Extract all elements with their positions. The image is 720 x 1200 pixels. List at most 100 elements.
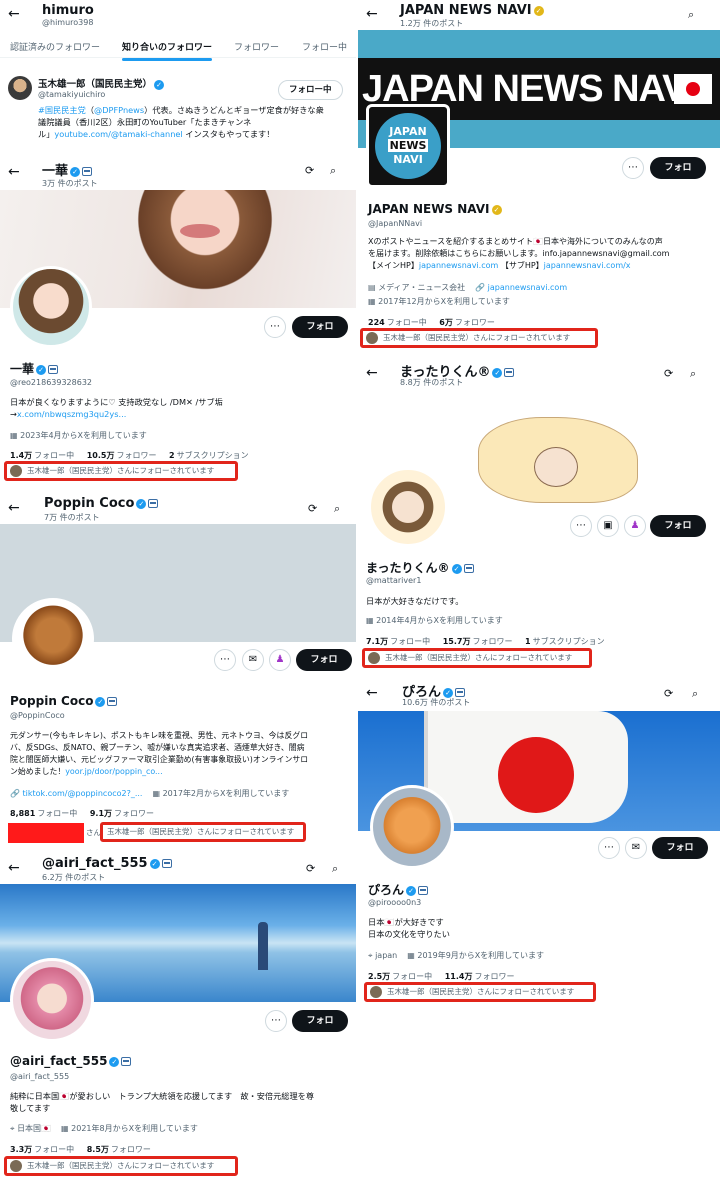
profile-avatar[interactable] bbox=[370, 785, 454, 869]
verified-org-badge-icon: ✓ bbox=[491, 204, 502, 215]
follow-button[interactable]: フォロー bbox=[650, 515, 706, 553]
following-count[interactable]: 2.5万 フォロー中 bbox=[368, 972, 432, 981]
tab-verified-followers[interactable]: 認証済みのフォロワー bbox=[10, 40, 100, 53]
mention-link[interactable]: @DPFPnews bbox=[94, 105, 144, 115]
website-link[interactable]: tiktok.com/@poppincoco2?_... bbox=[23, 789, 143, 798]
followed-by-highlight[interactable]: 玉木雄一郎（国民民主党）さんにフォローされています bbox=[360, 328, 598, 348]
follow-button[interactable]: フォロー bbox=[292, 1010, 348, 1048]
back-arrow-icon[interactable]: ← bbox=[8, 860, 20, 876]
follow-button[interactable]: フォロー bbox=[296, 649, 352, 687]
back-arrow-icon[interactable]: ← bbox=[8, 500, 20, 516]
following-count[interactable]: 1.4万 フォロー中 bbox=[10, 451, 74, 460]
bio-link[interactable]: yoor.jp/door/poppin_co... bbox=[65, 767, 162, 776]
search-icon[interactable]: ⌕ bbox=[692, 687, 698, 701]
bio-text: ル」 bbox=[38, 129, 55, 139]
search-icon[interactable]: ⌕ bbox=[688, 8, 694, 22]
calendar-icon: ▦ bbox=[152, 789, 163, 798]
refresh-icon[interactable]: ⟳ bbox=[306, 862, 315, 875]
follow-button[interactable]: フォロー bbox=[650, 157, 706, 195]
followed-by-highlight[interactable]: 玉木雄一郎（国民民主党）さんにフォローされています bbox=[100, 822, 306, 842]
join-date: 2023年4月からXを利用しています bbox=[20, 431, 147, 440]
location-icon: ⌖ bbox=[10, 1124, 18, 1133]
main-hp-link[interactable]: japannewsnavi.com bbox=[419, 261, 498, 270]
back-arrow-icon[interactable]: ← bbox=[366, 6, 378, 22]
profile-stats: 8,881 フォロー中 9.1万 フォロワー bbox=[10, 808, 164, 819]
message-icon[interactable]: ▣ bbox=[597, 515, 619, 537]
subscriptions-count[interactable]: 1 サブスクリプション bbox=[525, 637, 605, 646]
followers-count[interactable]: 6万 フォロワー bbox=[439, 318, 495, 327]
website-link[interactable]: japannewsnavi.com bbox=[488, 283, 567, 292]
refresh-icon[interactable]: ⟳ bbox=[664, 367, 673, 380]
youtube-link[interactable]: youtube.com/@tamaki-channel bbox=[54, 129, 182, 139]
followers-count[interactable]: 8.5万 フォロワー bbox=[87, 1145, 151, 1154]
back-arrow-icon[interactable]: ← bbox=[366, 685, 378, 701]
follow-button[interactable]: フォロー bbox=[652, 837, 708, 875]
back-arrow-icon[interactable]: ← bbox=[366, 365, 378, 381]
followers-count[interactable]: 9.1万 フォロワー bbox=[90, 809, 154, 818]
tab-followers[interactable]: フォロワー bbox=[234, 40, 279, 53]
followed-by-highlight[interactable]: 玉木雄一郎（国民民主党）さんにフォローされています bbox=[4, 461, 238, 481]
following-count[interactable]: 224 フォロー中 bbox=[368, 318, 427, 327]
more-options-button[interactable]: ⋯ bbox=[622, 157, 644, 179]
profile-avatar[interactable] bbox=[12, 598, 94, 680]
following-count[interactable]: 3.3万 フォロー中 bbox=[10, 1145, 74, 1154]
post-count: 6.2万 件のポスト bbox=[42, 873, 106, 882]
profile-avatar[interactable] bbox=[10, 958, 94, 1042]
refresh-icon[interactable]: ⟳ bbox=[305, 164, 314, 177]
profile-meta: ▦ 2023年4月からXを利用しています bbox=[10, 430, 147, 441]
following-button[interactable]: フォロー中 bbox=[278, 80, 343, 100]
verified-badge-icon: ✓ bbox=[136, 498, 147, 509]
followers-count[interactable]: 15.7万 フォロワー bbox=[443, 637, 513, 646]
subscriptions-count[interactable]: 2 サブスクリプション bbox=[169, 451, 249, 460]
back-arrow-icon[interactable]: ← bbox=[8, 164, 20, 180]
location-icon: ⌖ bbox=[368, 951, 376, 960]
bio-text: インスタもやってます！ bbox=[182, 129, 275, 139]
join-date: 2014年4月からXを利用しています bbox=[376, 616, 503, 625]
back-arrow-icon[interactable]: ← bbox=[8, 6, 20, 22]
message-icon[interactable]: ✉ bbox=[625, 837, 647, 859]
search-icon[interactable]: ⌕ bbox=[690, 367, 696, 381]
bio-link[interactable]: x.com/nbwqszmg3qu2ys... bbox=[17, 409, 126, 419]
search-icon[interactable]: ⌕ bbox=[332, 862, 338, 876]
more-options-button[interactable]: ⋯ bbox=[264, 316, 286, 338]
followers-list-panel: ← himuro @himuro398 認証済みのフォロワー 知り合いのフォロワ… bbox=[0, 0, 356, 156]
profile-avatar[interactable] bbox=[10, 266, 92, 348]
search-icon[interactable]: ⌕ bbox=[330, 164, 336, 178]
follow-button[interactable]: フォロー bbox=[292, 316, 348, 354]
tab-following[interactable]: フォロー中 bbox=[302, 40, 347, 53]
profile-avatar[interactable]: JAPAN NEWS NAVI bbox=[366, 104, 450, 188]
user-cell[interactable]: 玉木雄一郎（国民民主党） ✓ @tamakiyuichiro フォロー中 #国民民… bbox=[0, 68, 356, 152]
followed-by-highlight[interactable]: 玉木雄一郎（国民民主党）さんにフォローされています bbox=[4, 1156, 238, 1176]
profile-stats: 3.3万 フォロー中 8.5万 フォロワー bbox=[10, 1144, 161, 1155]
page-handle: @himuro398 bbox=[42, 18, 94, 27]
subscribe-icon[interactable]: ♟ bbox=[624, 515, 646, 537]
more-options-button[interactable]: ⋯ bbox=[265, 1010, 287, 1032]
more-options-button[interactable]: ⋯ bbox=[570, 515, 592, 537]
user-name[interactable]: 玉木雄一郎（国民民主党） ✓ bbox=[38, 76, 165, 90]
profile-handle: @JapanNNavi bbox=[368, 219, 423, 228]
followers-count[interactable]: 10.5万 フォロワー bbox=[87, 451, 157, 460]
refresh-icon[interactable]: ⟳ bbox=[308, 502, 317, 515]
profile-avatar[interactable] bbox=[368, 467, 448, 547]
location-text: 日本国🇯🇵 bbox=[17, 1124, 52, 1133]
follower-mini-avatar bbox=[370, 986, 382, 998]
sub-hp-link[interactable]: japannewsnavi.com/x bbox=[544, 261, 631, 270]
hashtag-link[interactable]: #国民民主党 bbox=[38, 105, 86, 115]
tab-followers-you-know[interactable]: 知り合いのフォロワー bbox=[122, 40, 213, 61]
affiliate-badge-icon bbox=[48, 365, 59, 374]
more-options-button[interactable]: ⋯ bbox=[598, 837, 620, 859]
message-icon[interactable]: ✉ bbox=[242, 649, 264, 671]
followed-by-highlight[interactable]: 玉木雄一郎（国民民主党）さんにフォローされています bbox=[364, 982, 596, 1002]
more-options-button[interactable]: ⋯ bbox=[214, 649, 236, 671]
search-icon[interactable]: ⌕ bbox=[334, 502, 340, 516]
verified-badge-icon: ✓ bbox=[36, 364, 47, 375]
refresh-icon[interactable]: ⟳ bbox=[664, 687, 673, 700]
avatar[interactable] bbox=[8, 76, 32, 100]
subscribe-icon[interactable]: ♟ bbox=[269, 649, 291, 671]
affiliate-badge-icon bbox=[504, 368, 515, 377]
following-count[interactable]: 7.1万 フォロー中 bbox=[366, 637, 430, 646]
followers-count[interactable]: 11.4万 フォロワー bbox=[445, 972, 515, 981]
followed-by-highlight[interactable]: 玉木雄一郎（国民民主党）さんにフォローされています bbox=[362, 648, 592, 668]
following-count[interactable]: 8,881 フォロー中 bbox=[10, 809, 77, 818]
location-text: japan bbox=[375, 951, 398, 960]
